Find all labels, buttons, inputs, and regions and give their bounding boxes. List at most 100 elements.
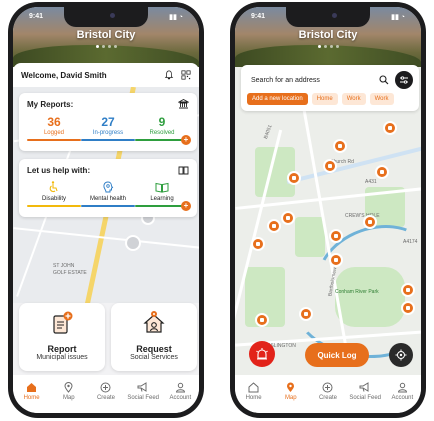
map-pin-icon bbox=[64, 381, 73, 393]
plus-circle-icon bbox=[100, 382, 111, 392]
help-label: Disability bbox=[41, 196, 66, 202]
location-chip-home[interactable]: Home bbox=[311, 93, 338, 105]
user-icon bbox=[397, 382, 407, 392]
add-report-button[interactable]: + bbox=[181, 135, 191, 145]
stat-label: In-progress bbox=[92, 130, 124, 136]
alarm-siren-icon bbox=[256, 348, 268, 360]
quick-log-button[interactable]: Quick Log bbox=[305, 343, 369, 367]
report-marker[interactable] bbox=[363, 215, 377, 229]
status-time: 9:41 bbox=[251, 13, 266, 20]
tab-home[interactable]: Home bbox=[13, 381, 50, 413]
report-button[interactable]: Report Municipal issues bbox=[19, 303, 105, 371]
report-marker[interactable] bbox=[251, 237, 265, 251]
report-marker[interactable] bbox=[323, 159, 337, 173]
status-icons: ▮▮ ◔ bbox=[169, 14, 183, 21]
action-subtitle: Municipal issues bbox=[36, 354, 88, 361]
report-marker[interactable] bbox=[401, 283, 415, 297]
megaphone-icon bbox=[359, 381, 369, 392]
city-title: Bristol City bbox=[76, 29, 136, 41]
notch bbox=[64, 7, 148, 27]
home-icon bbox=[248, 381, 259, 392]
help-label: Mental health bbox=[89, 196, 126, 202]
map-label: Conham River Park bbox=[335, 289, 379, 295]
tab-label: Create bbox=[96, 395, 115, 401]
help-book-icon bbox=[178, 166, 189, 175]
report-marker[interactable] bbox=[255, 313, 269, 327]
reports-card-title: My Reports: bbox=[27, 99, 74, 109]
add-location-chip[interactable]: Add a new location bbox=[247, 93, 308, 105]
welcome-text: Welcome, David Smith bbox=[21, 70, 107, 80]
crosshair-icon bbox=[395, 349, 407, 361]
action-title: Report bbox=[47, 344, 77, 354]
map-pin-icon bbox=[287, 382, 295, 392]
report-icon bbox=[53, 311, 73, 334]
search-input[interactable]: Search for an address bbox=[247, 77, 379, 84]
building-icon bbox=[178, 99, 189, 109]
city-map[interactable]: B4051 Church Rd Bartholomew Rd CREW'S HO… bbox=[235, 67, 421, 385]
house-request-icon bbox=[143, 311, 165, 333]
tab-bar: Home Map Create Social Feed Account bbox=[235, 375, 421, 413]
tab-social-feed[interactable]: Social Feed bbox=[125, 381, 162, 413]
stat-label: Resolved bbox=[149, 130, 175, 136]
tab-account[interactable]: Account bbox=[162, 381, 199, 413]
report-marker[interactable] bbox=[267, 219, 281, 233]
help-disability[interactable]: Disability bbox=[27, 181, 81, 207]
tab-bar: Home Map Create Social Feed Account bbox=[13, 375, 199, 413]
tab-create[interactable]: Create bbox=[87, 381, 124, 413]
carousel-dots[interactable] bbox=[13, 45, 199, 48]
action-title: Request bbox=[136, 344, 172, 354]
help-label: Learning bbox=[150, 196, 174, 202]
tab-label: Home bbox=[245, 395, 262, 401]
my-reports-card[interactable]: My Reports: 36 Logged 27 In-progress 9 R… bbox=[19, 93, 197, 151]
add-help-button[interactable]: + bbox=[181, 201, 191, 211]
stat-bar bbox=[27, 139, 81, 141]
plus-circle-icon bbox=[322, 382, 333, 392]
tab-label: Social Feed bbox=[127, 395, 159, 401]
report-marker[interactable] bbox=[299, 307, 313, 321]
stat-label: Logged bbox=[43, 130, 64, 136]
tab-label: Account bbox=[169, 395, 192, 401]
map-label: B4051 bbox=[262, 124, 274, 140]
report-marker[interactable] bbox=[329, 229, 343, 243]
stat-bar bbox=[81, 139, 135, 141]
report-marker[interactable] bbox=[281, 211, 295, 225]
home-screen: 9:41 ▮▮ ◔ Bristol City Welcome, David Sm… bbox=[13, 7, 199, 413]
bell-icon[interactable] bbox=[164, 70, 174, 80]
city-title: Bristol City bbox=[298, 29, 358, 41]
location-chip-work[interactable]: Work bbox=[341, 93, 366, 105]
stat-in-progress[interactable]: 27 In-progress bbox=[81, 115, 135, 141]
search-icon[interactable] bbox=[379, 75, 389, 85]
tab-home[interactable]: Home bbox=[235, 381, 272, 413]
report-marker[interactable] bbox=[383, 121, 397, 135]
tab-map[interactable]: Map bbox=[272, 381, 309, 413]
help-mental-health[interactable]: Mental health bbox=[81, 181, 135, 207]
map-marker[interactable] bbox=[125, 235, 141, 251]
book-icon bbox=[155, 182, 169, 193]
stat-value: 9 bbox=[158, 115, 166, 129]
map-label: A431 bbox=[365, 179, 377, 185]
report-marker[interactable] bbox=[401, 301, 415, 315]
location-chip-work-2[interactable]: Work bbox=[369, 93, 394, 105]
filter-button[interactable] bbox=[395, 71, 413, 89]
report-marker[interactable] bbox=[375, 165, 389, 179]
tab-label: Map bbox=[284, 395, 297, 401]
filter-sliders-icon bbox=[400, 76, 408, 84]
tab-create[interactable]: Create bbox=[309, 381, 346, 413]
emergency-button[interactable] bbox=[249, 341, 275, 367]
status-icons: ▮▮ ◔ bbox=[391, 14, 405, 21]
locate-me-button[interactable] bbox=[389, 343, 413, 367]
home-icon bbox=[27, 382, 37, 392]
tab-social-feed[interactable]: Social Feed bbox=[347, 381, 384, 413]
report-marker[interactable] bbox=[287, 171, 301, 185]
request-button[interactable]: Request Social Services bbox=[111, 303, 197, 371]
qr-code-icon[interactable] bbox=[181, 70, 191, 80]
stat-value: 27 bbox=[101, 115, 115, 129]
stat-logged[interactable]: 36 Logged bbox=[27, 115, 81, 141]
report-marker[interactable] bbox=[329, 253, 343, 267]
tab-account[interactable]: Account bbox=[384, 381, 421, 413]
tab-map[interactable]: Map bbox=[50, 381, 87, 413]
carousel-dots[interactable] bbox=[235, 45, 421, 48]
report-marker[interactable] bbox=[333, 139, 347, 153]
help-card: Let us help with: Disability Mental heal… bbox=[19, 159, 197, 217]
user-icon bbox=[175, 382, 185, 392]
